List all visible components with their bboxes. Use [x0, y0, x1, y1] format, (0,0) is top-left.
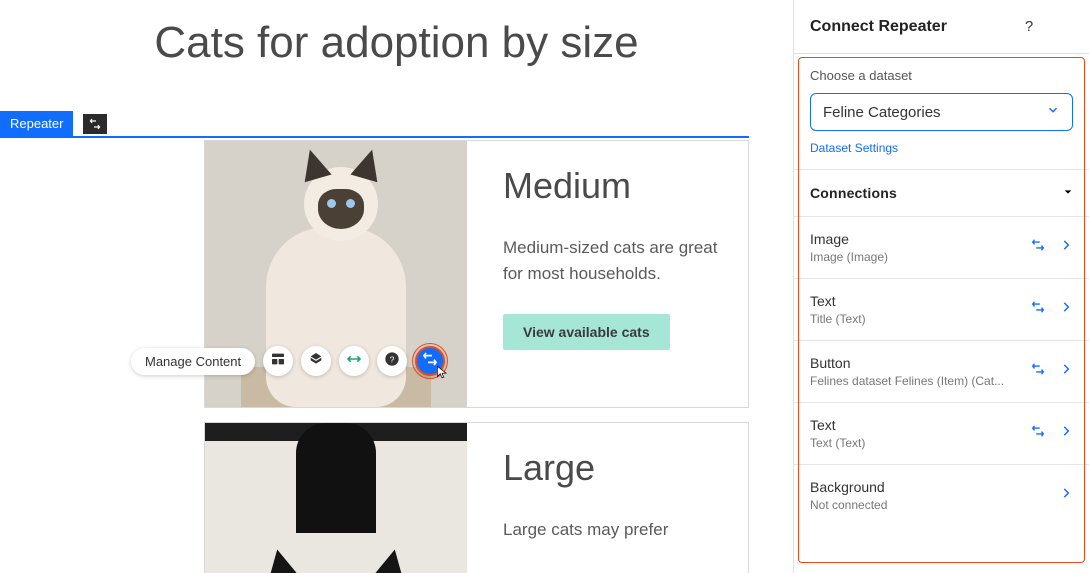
dataset-selected-value: Feline Categories: [823, 104, 941, 121]
connection-sub: Not connected: [810, 498, 1059, 512]
svg-text:?: ?: [390, 354, 395, 364]
connection-sub: Image (Image): [810, 250, 1031, 264]
card-image[interactable]: [205, 423, 467, 573]
repeater-chip-label: Repeater: [0, 111, 73, 137]
connect-repeater-panel: Connect Repeater ? Choose a dataset Feli…: [793, 0, 1089, 573]
chevron-right-icon: [1059, 300, 1073, 319]
manage-content-label: Manage Content: [145, 354, 241, 369]
chevron-right-icon: [1059, 424, 1073, 443]
card-title[interactable]: Medium: [503, 165, 718, 207]
manage-content-button[interactable]: Manage Content: [131, 348, 255, 375]
linked-icon: [1031, 362, 1045, 381]
connection-sub: Felines dataset Felines (Item) (Cat...: [810, 374, 1031, 388]
chevron-right-icon: [1059, 362, 1073, 381]
dataset-label: Choose a dataset: [810, 68, 1073, 83]
connection-label: Background: [810, 479, 1059, 495]
card-description[interactable]: Medium-sized cats are great for most hou…: [503, 235, 718, 286]
repeater-selection-chip[interactable]: Repeater: [0, 110, 107, 138]
layout-button[interactable]: [263, 346, 293, 376]
card-description[interactable]: Large cats may prefer: [503, 517, 668, 543]
connection-label: Text: [810, 293, 1031, 309]
connection-item-button[interactable]: Button Felines dataset Felines (Item) (C…: [794, 341, 1089, 403]
connect-data-button[interactable]: [415, 346, 445, 376]
connections-toggle[interactable]: Connections: [794, 169, 1089, 217]
connection-sub: Text (Text): [810, 436, 1031, 450]
panel-header: Connect Repeater ?: [794, 0, 1089, 54]
repeater-selection-bar: [0, 136, 749, 138]
repeater-item[interactable]: Large Large cats may prefer: [204, 422, 749, 573]
element-floating-toolbar: Manage Content ?: [131, 346, 445, 376]
panel-title: Connect Repeater: [810, 18, 1005, 36]
connections-list: Image Image (Image) Text Title (Text): [794, 217, 1089, 526]
caret-down-icon: [1063, 184, 1073, 202]
card-title[interactable]: Large: [503, 447, 668, 489]
connection-item-text-text[interactable]: Text Text (Text): [794, 403, 1089, 465]
linked-icon: [1031, 238, 1045, 257]
card-content: Large Large cats may prefer: [467, 423, 698, 573]
linked-icon: [1031, 300, 1045, 319]
editor-canvas: Cats for adoption by size Repeater: [0, 0, 793, 573]
dataset-settings-link[interactable]: Dataset Settings: [810, 141, 898, 155]
linked-icon: [1031, 424, 1045, 443]
design-icon: [308, 351, 324, 372]
connection-item-text-title[interactable]: Text Title (Text): [794, 279, 1089, 341]
connection-label: Button: [810, 355, 1031, 371]
connect-small-icon[interactable]: [83, 114, 107, 134]
help-icon: ?: [1025, 18, 1033, 35]
stretch-button[interactable]: [339, 346, 369, 376]
page-title: Cats for adoption by size: [0, 0, 793, 108]
dataset-select[interactable]: Feline Categories: [810, 93, 1073, 131]
connections-header-label: Connections: [810, 185, 897, 201]
card-content: Medium Medium-sized cats are great for m…: [467, 141, 748, 407]
chevron-right-icon: [1059, 238, 1073, 257]
design-button[interactable]: [301, 346, 331, 376]
connection-sub: Title (Text): [810, 312, 1031, 326]
chevron-down-icon: [1046, 103, 1060, 121]
panel-body: Choose a dataset Feline Categories Datas…: [794, 54, 1089, 573]
view-available-button[interactable]: View available cats: [503, 314, 670, 350]
connection-item-image[interactable]: Image Image (Image): [794, 217, 1089, 279]
cursor-icon: [435, 365, 449, 384]
chevron-right-icon: [1059, 486, 1073, 505]
layout-icon: [270, 351, 286, 372]
help-button[interactable]: ?: [377, 346, 407, 376]
connection-label: Text: [810, 417, 1031, 433]
panel-help-button[interactable]: ?: [1019, 17, 1039, 37]
panel-close-button[interactable]: [1053, 17, 1073, 37]
help-icon: ?: [384, 351, 400, 372]
stretch-icon: [346, 351, 362, 372]
dataset-section: Choose a dataset Feline Categories Datas…: [794, 54, 1089, 169]
connection-item-background[interactable]: Background Not connected: [794, 465, 1089, 526]
connection-label: Image: [810, 231, 1031, 247]
